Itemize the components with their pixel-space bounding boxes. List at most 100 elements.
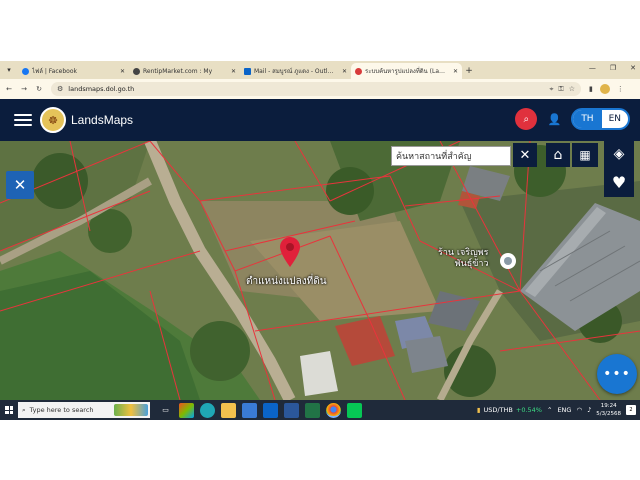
place-search-input[interactable]: ค้นหาสถานที่สำคัญ (391, 146, 511, 166)
close-window-icon[interactable]: ✕ (630, 64, 636, 72)
toolbar-right: ▮ ⋮ (589, 84, 624, 94)
window-controls: — ❐ ✕ (589, 64, 636, 72)
notification-badge[interactable]: 2 (626, 405, 636, 415)
forward-arrow-icon[interactable]: → (18, 85, 30, 93)
tab-close-icon[interactable]: ✕ (231, 68, 236, 75)
back-arrow-icon[interactable]: ← (3, 85, 15, 93)
satellite-map[interactable]: ✕ ค้นหาสถานที่สำคัญ ✕ ⌂ ▦ ◈ ♥ ตำแหน่งแปล… (0, 141, 640, 400)
site-info-icon[interactable]: ⚙ (57, 85, 63, 93)
chart-icon: ▮ (476, 406, 481, 414)
wifi-icon[interactable]: ◠ (576, 406, 582, 414)
new-tab-button[interactable]: + (462, 63, 476, 79)
home-button[interactable]: ⌂ (546, 143, 570, 167)
reload-icon[interactable]: ↻ (33, 85, 45, 93)
search-icon: ⌕ (523, 113, 530, 125)
profile-avatar[interactable] (599, 84, 610, 94)
language-toggle: TH EN (571, 108, 630, 130)
browser-tab-rentip[interactable]: RentipMarket.com : My ✕ (129, 63, 240, 79)
poi-label: ร้าน เจริญพร พันธุ์ข้าว (438, 248, 489, 270)
poi-label-line1: ร้าน เจริญพร (438, 248, 489, 258)
grid-button[interactable]: ▦ (572, 143, 598, 167)
clock[interactable]: 19:24 5/3/2568 (596, 402, 621, 418)
currency-widget[interactable]: ▮ USD/THB +0.54% (477, 406, 542, 414)
clock-time: 19:24 (600, 403, 617, 409)
minimize-icon[interactable]: — (589, 64, 596, 72)
layers-icon: ◈ (613, 146, 625, 162)
favorite-button[interactable]: ♥ (604, 167, 634, 197)
brand-title: LandsMaps (71, 113, 134, 127)
parcel-marker-icon[interactable] (280, 237, 300, 267)
hamburger-menu-icon[interactable] (14, 114, 32, 126)
chevron-up-icon[interactable]: ⌃ (547, 406, 552, 414)
tab-title: ไฟล์ | Facebook (32, 68, 77, 75)
url-text[interactable]: landsmaps.dol.go.th (68, 85, 544, 93)
taskbar-apps: ▭ (158, 402, 362, 418)
tab-title: Mail - สมบูรณ์ ภูแดง - Outlook (254, 68, 337, 75)
windows-logo-icon (5, 406, 13, 414)
url-bar[interactable]: ⚙ landsmaps.dol.go.th ⌖ ⚿ ☆ (51, 82, 581, 96)
windows-taskbar: ⌕ Type here to search ▭ ▮ USD/THB +0.54%… (0, 400, 640, 420)
grid-icon: ▦ (579, 148, 591, 162)
tab-close-icon[interactable]: ✕ (120, 68, 125, 75)
word-icon[interactable] (284, 402, 299, 418)
tab-title: ระบบค้นหารูปแปลงที่ดิน (LandsMa (365, 68, 448, 75)
outlook-favicon-icon (244, 67, 251, 75)
layers-button[interactable]: ◈ (604, 141, 634, 167)
tab-close-icon[interactable]: ✕ (342, 68, 347, 75)
department-seal-logo: ☸ (40, 107, 66, 133)
rentip-favicon-icon (133, 67, 140, 75)
file-explorer-icon[interactable] (221, 402, 236, 418)
user-icon[interactable]: 👤 (545, 113, 563, 126)
tab-search-icon[interactable]: ▾ (0, 61, 18, 79)
search-button[interactable]: ⌕ (515, 108, 538, 130)
browser-tab-outlook[interactable]: Mail - สมบูรณ์ ภูแดง - Outlook ✕ (240, 63, 351, 79)
poi-label-line2: พันธุ์ข้าว (454, 259, 489, 269)
system-tray: ▮ USD/THB +0.54% ⌃ ENG ◠ ♪ 19:24 5/3/256… (477, 400, 640, 420)
key-icon[interactable]: ⚿ (558, 85, 563, 94)
restore-icon[interactable]: ❐ (610, 64, 616, 72)
taskbar-search-placeholder: Type here to search (29, 406, 94, 414)
measure-tools-button[interactable]: ✕ (6, 171, 34, 199)
bookmark-star-icon[interactable]: ☆ (569, 85, 575, 93)
header-actions: ⌕ 👤 TH EN (515, 108, 630, 130)
browser-tab-landsmaps[interactable]: ระบบค้นหารูปแปลงที่ดิน (LandsMa ✕ (351, 63, 462, 79)
ticker-pair: USD/THB (483, 406, 513, 414)
tab-title: RentipMarket.com : My (143, 67, 213, 75)
volume-icon[interactable]: ♪ (587, 406, 591, 414)
lang-en-button[interactable]: EN (602, 110, 628, 128)
lang-th-button[interactable]: TH (573, 110, 602, 128)
clock-date: 5/3/2568 (596, 411, 621, 417)
parcel-location-label: ตำแหน่งแปลงที่ดิน (246, 276, 327, 287)
browser-tab-facebook[interactable]: ไฟล์ | Facebook ✕ (18, 63, 129, 79)
search-icon: ⌕ (22, 405, 26, 414)
chrome-icon[interactable] (326, 402, 341, 418)
edge-icon[interactable] (200, 402, 215, 418)
map-imagery (0, 141, 640, 400)
search-highlight-image (114, 404, 148, 416)
search-close-button[interactable]: ✕ (513, 143, 537, 167)
heart-icon: ♥ (611, 172, 627, 192)
store-icon[interactable] (242, 402, 257, 418)
app-header: ☸ LandsMaps ⌕ 👤 TH EN (0, 99, 640, 141)
browser-tab-strip: ▾ ไฟล์ | Facebook ✕ RentipMarket.com : M… (0, 61, 640, 79)
ruler-tools-icon: ✕ (13, 176, 27, 194)
outlook-icon[interactable] (263, 402, 278, 418)
menu-dots-icon[interactable]: ⋮ (617, 85, 624, 93)
start-button[interactable] (0, 400, 18, 420)
ticker-change: +0.54% (515, 406, 542, 414)
home-icon: ⌂ (553, 147, 563, 163)
map-pin-favicon-icon (355, 67, 362, 75)
screen: ▾ ไฟล์ | Facebook ✕ RentipMarket.com : M… (0, 0, 640, 480)
poi-pin-icon[interactable] (500, 253, 516, 269)
extensions-icon[interactable]: ▮ (589, 85, 593, 93)
location-icon[interactable]: ⌖ (549, 85, 553, 94)
more-options-button[interactable]: ••• (597, 354, 637, 394)
language-indicator[interactable]: ENG (557, 406, 571, 414)
facebook-favicon-icon (22, 67, 29, 75)
task-view-icon[interactable]: ▭ (158, 403, 173, 418)
excel-icon[interactable] (305, 402, 320, 418)
line-icon[interactable] (347, 402, 362, 418)
tab-close-icon[interactable]: ✕ (453, 68, 458, 75)
copilot-icon[interactable] (179, 402, 194, 418)
taskbar-search-input[interactable]: ⌕ Type here to search (18, 402, 150, 418)
